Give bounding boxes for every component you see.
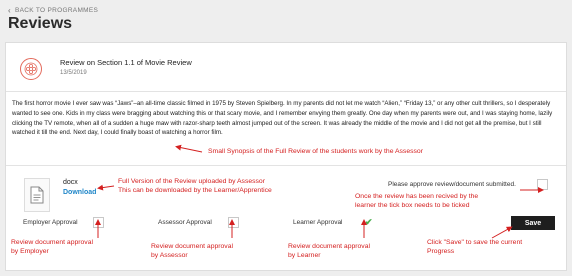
- tick-box-annotation: Once the review has been recived by the …: [355, 193, 478, 210]
- approve-submission-checkbox[interactable]: [537, 179, 548, 190]
- back-to-programmes-link[interactable]: ‹ BACK TO PROGRAMMES: [8, 6, 98, 15]
- tick-box-annotation-line-2: learner the tick box needs to be ticked: [355, 201, 470, 209]
- divider: [6, 165, 566, 166]
- employer-approval-checkbox[interactable]: [93, 217, 104, 228]
- page-title: Reviews: [8, 15, 73, 32]
- checkmark-icon[interactable]: ✔: [365, 217, 373, 228]
- save-annotation-line-2: Progress: [427, 247, 455, 255]
- assessor-annotation-line-2: by Assessor: [151, 251, 188, 259]
- assessor-annotation-line-1: Review document approval: [151, 243, 233, 250]
- back-link-label: BACK TO PROGRAMMES: [14, 7, 99, 14]
- document-icon: [24, 178, 50, 212]
- save-annotation-line-1: Click "Save" to save the current: [427, 239, 523, 246]
- save-annotation: Click "Save" to save the current Progres…: [427, 239, 522, 256]
- review-date: 13/5/2019: [60, 70, 87, 76]
- approval-prompt: Please approve review/document submitted…: [388, 181, 516, 188]
- download-link[interactable]: Download: [63, 189, 96, 196]
- chevron-left-icon: ‹: [8, 6, 11, 15]
- assessor-annotation: Review document approval by Assessor: [151, 243, 233, 260]
- review-title: Review on Section 1.1 of Movie Review: [60, 58, 192, 67]
- synopsis-annotation: Small Synopsis of the Full Review of the…: [208, 148, 423, 155]
- learner-annotation-line-1: Review document approval: [288, 243, 370, 250]
- employer-annotation-line-1: Review document approval: [11, 239, 93, 246]
- document-type: docx: [63, 179, 78, 186]
- learner-annotation-line-2: by Learner: [288, 251, 321, 259]
- review-synopsis: The first horror movie I ever saw was “J…: [12, 100, 553, 137]
- learner-annotation: Review document approval by Learner: [288, 243, 370, 260]
- download-annotation: Full Version of the Review uploaded by A…: [118, 178, 272, 195]
- download-annotation-line-2: This can be downloaded by the Learner/Ap…: [118, 186, 272, 194]
- download-annotation-line-1: Full Version of the Review uploaded by A…: [118, 178, 265, 185]
- save-button[interactable]: Save: [511, 216, 555, 230]
- divider: [6, 91, 566, 92]
- assessor-approval-label: Assessor Approval: [158, 219, 212, 226]
- assessor-approval-checkbox[interactable]: [228, 217, 239, 228]
- learner-approval-label: Learner Approval: [293, 219, 343, 226]
- film-reel-icon: [20, 58, 42, 80]
- review-card: Review on Section 1.1 of Movie Review 13…: [5, 42, 567, 271]
- tick-box-annotation-line-1: Once the review has been recived by the: [355, 193, 479, 200]
- employer-annotation: Review document approval by Employer: [11, 239, 93, 256]
- employer-approval-label: Employer Approval: [23, 219, 78, 226]
- employer-annotation-line-2: by Employer: [11, 247, 49, 255]
